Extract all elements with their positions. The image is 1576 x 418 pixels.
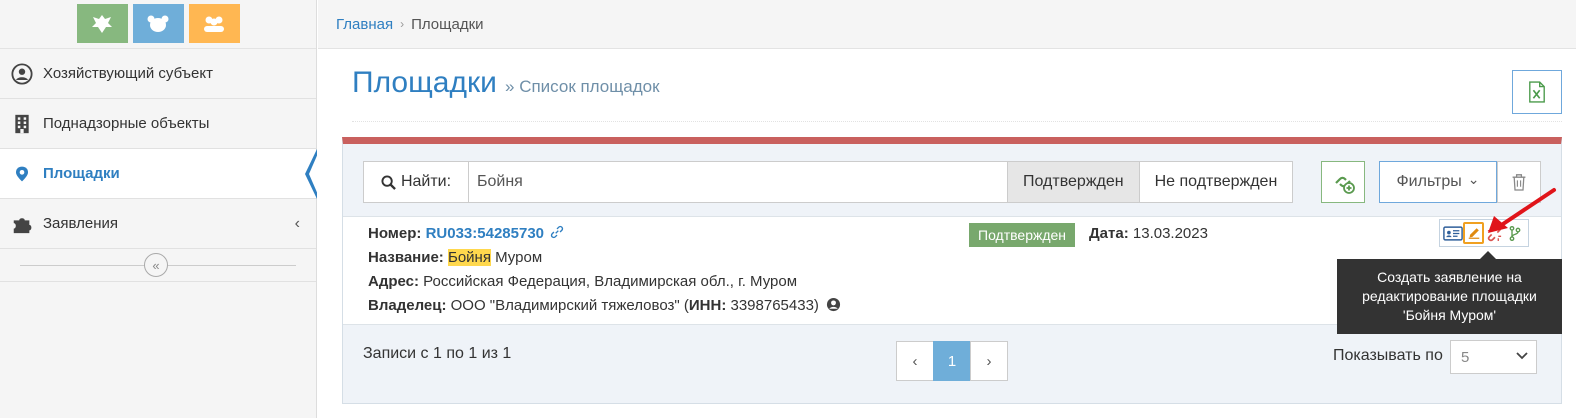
double-chevron-left-icon: « [152,257,160,273]
status-badge: Подтвержден [969,223,1076,247]
page-title: Площадки [352,66,497,99]
sidebar-collapse-row: « [0,249,316,282]
record-date: Дата: 13.03.2023 [1089,225,1208,242]
sidebar-item-business-entity[interactable]: Хозяйствующий субъект [0,49,316,99]
link-icon[interactable] [550,225,564,239]
excel-icon [1529,81,1545,103]
logo-users[interactable] [188,4,240,43]
sidebar-item-sites[interactable]: Площадки [0,149,319,199]
collapse-sidebar-button[interactable]: « [144,253,168,277]
sidebar-item-supervised-objects[interactable]: Поднадзорные объекты [0,99,316,149]
id-card-icon [1443,225,1464,241]
pagination: ‹ 1 › [896,341,1008,381]
sidebar-item-label: Поднадзорные объекты [43,115,210,132]
per-page-select[interactable]: 5 [1450,340,1537,374]
puzzle-icon [10,212,34,236]
users-icon [204,16,224,32]
emblem-icon [92,14,112,33]
date-value: 13.03.2023 [1132,225,1208,242]
view-card-button[interactable] [1443,222,1464,244]
chevron-down-icon [1516,348,1528,363]
search-input[interactable] [469,161,1008,203]
user-circle-icon [10,62,34,86]
cow-icon [147,15,169,32]
link-add-icon [1335,176,1355,194]
search-highlight: Бойня [447,249,491,266]
search-label-text: Найти: [400,173,452,190]
breadcrumb-separator: › [400,17,405,31]
tooltip-line-3: 'Бойня Муром' [1402,307,1497,323]
record-number-link[interactable]: RU033:54285730 [426,225,544,242]
record-address-line: Адрес: Российская Федерация, Владимирска… [368,273,797,290]
map-marker-icon [10,162,34,186]
next-page-button[interactable]: › [970,341,1008,381]
search-group: Найти: Подтвержден Не подтвержден [363,161,1294,203]
edit-request-tooltip: Создать заявление на редактирование площ… [1337,251,1562,334]
per-page-value: 5 [1461,348,1470,366]
record-number-line: Номер: RU033:54285730 [368,225,564,242]
sidebar-item-applications[interactable]: Заявления ‹ [0,199,316,249]
user-circle-icon[interactable] [826,297,841,312]
name-label: Название: [368,249,444,266]
record-name-line: Название: Бойня Муром [368,249,542,266]
inn-value: 3398765433) [726,297,819,314]
page-header: Площадки » Список площадок [352,66,1562,122]
export-excel-button[interactable] [1512,70,1562,114]
inn-label: ИНН: [688,297,727,314]
per-page-label: Показывать по [1333,347,1443,364]
number-label: Номер: [368,225,422,242]
search-label: Найти: [363,161,469,203]
page-subtitle: » Список площадок [505,77,660,96]
filters-label: Фильтры [1396,173,1462,190]
link-site-button[interactable] [1321,161,1365,203]
filter-unconfirmed-button[interactable]: Не подтвержден [1139,161,1294,203]
chevron-left-icon: ‹ [294,215,300,232]
sidebar-item-label: Заявления [43,215,119,232]
sidebar-item-label: Хозяйствующий субъект [43,65,213,82]
breadcrumb-home-link[interactable]: Главная [336,16,393,33]
address-value: Российская Федерация, Владимирская обл.,… [423,273,798,290]
logo-emblem[interactable] [76,4,128,43]
prev-page-button[interactable]: ‹ [896,341,934,381]
chevron-down-icon: ⌄ [1467,170,1480,187]
record-owner-line: Владелец: ООО "Владимирский тяжеловоз" (… [368,297,841,314]
tooltip-line-1: Создать заявление на [1377,269,1522,285]
name-rest: Муром [490,249,543,266]
building-icon [10,112,34,136]
filter-confirmed-button[interactable]: Подтвержден [1008,161,1140,203]
breadcrumb-current: Площадки [411,15,484,33]
records-info: Записи с 1 по 1 из 1 [363,345,512,362]
address-label: Адрес: [368,273,419,290]
sidebar: Хозяйствующий субъект Поднадзорные объек… [0,0,319,418]
logo-cow[interactable] [132,4,184,43]
search-icon [381,174,396,190]
annotation-arrow-icon [1488,188,1556,233]
owner-label: Владелец: [368,297,447,314]
page-button-1[interactable]: 1 [933,341,971,381]
breadcrumb: Главная › Площадки [318,0,1576,49]
owner-value: ООО "Владимирский тяжеловоз" ( [450,297,689,314]
sidebar-item-label: Площадки [43,165,120,182]
date-label: Дата: [1089,225,1129,242]
logo-bar [0,0,316,49]
tooltip-line-2: редактирование площадки [1362,288,1537,304]
